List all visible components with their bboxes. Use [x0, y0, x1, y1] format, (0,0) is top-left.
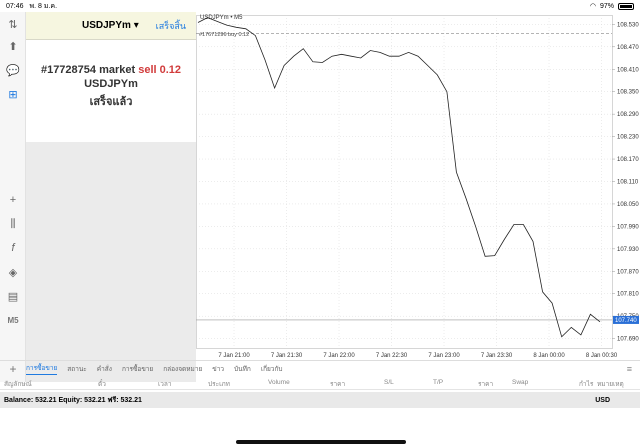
indicators-icon[interactable]: f: [5, 240, 21, 256]
col-price: ราคา: [330, 381, 346, 388]
col-symbol: สัญลักษณ์: [4, 381, 32, 388]
y-tick-label: 108.170: [617, 157, 639, 163]
quotes-icon[interactable]: ⇅: [5, 16, 21, 32]
x-tick-label: 7 Jan 23:00: [428, 353, 460, 359]
y-tick-label: 108.110: [617, 180, 639, 186]
balance-currency: USD: [595, 396, 610, 404]
y-tick-label: 107.990: [617, 224, 639, 230]
status-bar: 07:46 พ. 8 ม.ค. ◠ 97%: [0, 0, 640, 12]
chart-frame: [196, 15, 613, 349]
trade-icon[interactable]: ⬆: [5, 38, 21, 54]
crosshair-icon[interactable]: +: [5, 192, 21, 208]
order-result: #17728754 market sell 0.12 USDJPYm เสร็จ…: [26, 40, 196, 142]
col-swap: Swap: [512, 379, 529, 386]
tab-orders[interactable]: คำสั่ง: [97, 364, 112, 374]
col-tp: T/P: [433, 379, 444, 386]
chevron-down-icon: ▾: [133, 20, 139, 31]
add-icon[interactable]: +: [0, 362, 26, 376]
order-summary: #17728754 market sell 0.12: [26, 64, 196, 76]
y-tick-label: 108.050: [617, 202, 639, 208]
price-chart[interactable]: 7 Jan 21:00 7 Jan 21:30 7 Jan 22:00 7 Jan 2…: [196, 12, 640, 362]
y-tick-label: 108.530: [617, 22, 639, 28]
x-tick-label: 8 Jan 00:30: [586, 353, 618, 359]
y-tick-label: 108.230: [617, 135, 639, 141]
chart-svg: 7 Jan 21:00 7 Jan 21:30 7 Jan 22:00 7 Jan 2…: [196, 15, 639, 359]
home-indicator[interactable]: [236, 440, 406, 444]
col-comment: หมายเหตุ: [597, 381, 624, 388]
col-price-current: ราคา: [478, 381, 494, 388]
tab-about[interactable]: เกี่ยวกับ: [261, 364, 283, 374]
balance-text: Balance: 532.21 Equity: 532.21 ฟรี: 532.…: [4, 396, 142, 404]
candles-icon[interactable]: ⫼: [5, 216, 21, 232]
buy-position-label: #17671296 buy 0.12: [199, 32, 250, 38]
balance-bar: Balance: 532.21 Equity: 532.21 ฟรี: 532.…: [0, 392, 640, 408]
objects-icon[interactable]: ◈: [5, 264, 21, 280]
x-tick-label: 7 Jan 22:30: [376, 353, 408, 359]
tab-mailbox[interactable]: กล่องจดหมาย: [163, 364, 202, 374]
tab-history[interactable]: การซื้อขาย: [122, 364, 153, 374]
status-time: 07:46: [6, 2, 24, 10]
order-symbol: USDJPYm: [84, 78, 138, 90]
symbol-name: USDJPYm: [82, 20, 131, 31]
col-sl: S/L: [384, 379, 394, 386]
order-id: #17728754 market: [40, 64, 136, 76]
new-order-icon[interactable]: ⊞: [5, 86, 21, 102]
y-tick-label: 107.870: [617, 269, 639, 275]
wifi-icon: ◠: [589, 3, 596, 10]
chart-title: USDJPYm • M5: [200, 15, 243, 21]
y-tick-label: 108.290: [617, 112, 639, 118]
x-tick-label: 7 Jan 21:30: [271, 353, 303, 359]
tab-news[interactable]: ข่าว: [212, 364, 224, 374]
order-status: เสร็จแล้ว: [89, 96, 133, 108]
col-ticket: ตั๋ว: [98, 381, 106, 388]
order-side: sell 0.12: [138, 64, 182, 76]
y-tick-label: 107.690: [617, 337, 639, 343]
y-tick-label: 108.410: [617, 67, 639, 73]
x-tick-label: 7 Jan 21:00: [218, 353, 250, 359]
terminal-tabs: + การซื้อขาย สถานะ คำสั่ง การซื้อขาย กล่…: [0, 360, 640, 376]
order-header: USDJPYm ▾ เสร็จสิ้น: [26, 12, 196, 40]
status-date: พ. 8 ม.ค.: [29, 2, 58, 10]
y-tick-label: 107.930: [617, 247, 639, 253]
templates-icon[interactable]: ▤: [5, 288, 21, 304]
left-toolbar: ⇅ ⬆ 💬 ⊞ + ⫼ f ◈ ▤ M5: [0, 12, 26, 382]
battery-percent: 97%: [599, 2, 614, 10]
y-tick-label: 108.350: [617, 90, 639, 96]
tab-journal[interactable]: บันทึก: [234, 364, 251, 374]
y-tick-label: 108.470: [617, 45, 639, 51]
timeframe-button[interactable]: M5: [5, 312, 21, 328]
order-panel: USDJPYm ▾ เสร็จสิ้น #17728754 market sel…: [26, 12, 196, 382]
col-profit: กำไร: [579, 381, 594, 388]
battery-fill: [620, 4, 632, 8]
y-tick-label: 107.810: [617, 292, 639, 298]
current-price-label: 107.740: [615, 318, 637, 324]
table-header: สัญลักษณ์ ตั๋ว เวลา ประเภท Volume ราคา S…: [0, 376, 640, 390]
tab-status[interactable]: สถานะ: [67, 364, 87, 374]
price-line-series: [197, 17, 601, 338]
x-tick-label: 8 Jan 00:00: [533, 353, 565, 359]
battery-icon: [618, 2, 634, 10]
x-tick-label: 7 Jan 22:00: [323, 353, 355, 359]
symbol-selector[interactable]: USDJPYm ▾: [82, 20, 139, 31]
tab-trade[interactable]: การซื้อขาย: [26, 363, 58, 375]
col-volume: Volume: [268, 379, 290, 386]
col-time: เวลา: [158, 381, 172, 388]
col-type: ประเภท: [208, 381, 230, 388]
menu-icon[interactable]: ≡: [627, 364, 632, 374]
done-button[interactable]: เสร็จสิ้น: [156, 19, 186, 33]
chat-icon[interactable]: 💬: [5, 62, 21, 78]
x-tick-label: 7 Jan 23:30: [481, 353, 513, 359]
